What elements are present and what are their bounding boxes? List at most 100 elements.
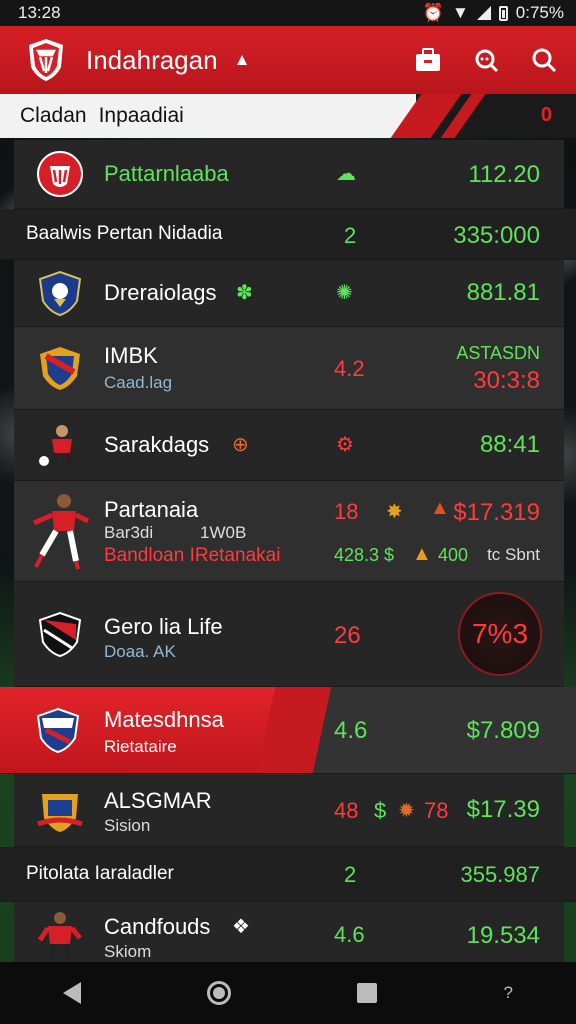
team-value: 19.534	[466, 922, 540, 949]
home-icon[interactable]	[207, 981, 232, 1005]
team-name: Candfouds	[104, 914, 211, 939]
team-name: Dreraiolags	[104, 280, 217, 305]
player-avatar-icon	[28, 491, 90, 571]
club-badge-icon	[34, 706, 82, 754]
team-value: 30:3:8	[473, 367, 540, 394]
team-sub: Rietataire	[104, 737, 177, 756]
club-badge-icon	[36, 610, 84, 658]
team-mid: 4.6	[334, 922, 365, 947]
list-item[interactable]: Dreraiolags ✽ ✺ 881.81	[14, 260, 564, 327]
club-badge-icon	[36, 269, 84, 317]
team-sub: Doaa. AK	[104, 642, 176, 661]
team-value: 881.81	[466, 279, 540, 306]
section-row[interactable]: Pitolata Iaraladler 2 355.987	[0, 847, 576, 902]
team-value: $7.809	[466, 717, 540, 744]
alarm-icon: ⏰	[422, 3, 444, 22]
chat-bubble-icon: ☁	[336, 163, 356, 185]
cone-icon: ▲	[412, 543, 432, 565]
percent-value: 7%3	[471, 618, 529, 649]
list-item[interactable]: Gero lia Life Doaa. AK 26 7%3	[14, 582, 564, 687]
sub-header-icon[interactable]: 0	[541, 104, 552, 127]
app-title[interactable]: Indahragan	[86, 45, 218, 76]
signal-icon	[476, 6, 491, 20]
team-sub: Caad.lag	[104, 373, 173, 392]
search-icon[interactable]	[526, 42, 562, 78]
list-item-highlighted[interactable]: Matesdhnsa Rietataire 4.6 $7.809	[0, 687, 576, 774]
recents-icon[interactable]	[357, 983, 378, 1003]
briefcase-icon[interactable]	[410, 42, 446, 78]
list-item[interactable]: Candfouds ❖ Skiom 4.6 19.534	[14, 902, 564, 967]
team-value: 88:41	[479, 431, 540, 458]
team-name: Sarakdags	[104, 432, 210, 457]
club-mini-icon: ❖	[232, 916, 250, 938]
section-row[interactable]: Baalwis Pertan Nidadia 2 335:000	[0, 209, 576, 260]
chat-search-icon[interactable]	[468, 42, 504, 78]
section-value: 355.987	[460, 862, 540, 887]
team-sub-red: Bandloan IRetanakai	[104, 545, 281, 566]
list-item[interactable]: Sarakdags ⊕ ⚙ 88:41	[14, 410, 564, 481]
team-mid-a: 48	[334, 798, 359, 823]
section-mid: 2	[344, 862, 357, 887]
team-value: 112.20	[468, 161, 540, 188]
battery-percent: 0:75%	[515, 3, 564, 22]
list-item[interactable]: ALSGMAR Sision 48 $ ✹ 78 $17.39	[14, 774, 564, 847]
team-value: $17.319	[453, 499, 540, 526]
team-name: Gero lia Life	[104, 614, 223, 639]
club-badge-icon	[36, 150, 84, 198]
caret-up-icon[interactable]: ▲	[234, 50, 251, 70]
section-label: Pitolata Iaraladler	[26, 863, 174, 884]
cone-icon: ▲	[430, 497, 450, 519]
sub-header: Cladan Inpaadiai 0	[0, 94, 576, 138]
club-badge-icon	[36, 786, 84, 834]
club-badge-icon	[36, 344, 84, 392]
percent-badge[interactable]: 7%3	[458, 592, 542, 676]
app-bar: Indahragan ▲	[0, 26, 576, 94]
player-avatar-icon	[36, 421, 84, 469]
list-item[interactable]: Partanaia Bar3di 1W0B Bandloan IRetanaka…	[14, 481, 564, 582]
sub-header-label-2[interactable]: Inpaadiai	[99, 104, 184, 128]
header-stripe	[416, 94, 576, 138]
team-name: ALSGMAR	[104, 788, 212, 813]
team-mid: 4.6	[334, 717, 368, 744]
team-name: Matesdhnsa	[104, 707, 224, 732]
line2-b: 400	[438, 545, 469, 565]
back-icon[interactable]	[63, 982, 82, 1004]
battery-icon	[498, 5, 508, 21]
wifi-icon: ▼	[451, 3, 469, 22]
club-logo-icon[interactable]	[26, 37, 66, 83]
team-sub-a: Bar3di	[104, 523, 154, 542]
standings-list: Pattarnlaaba ☁ 112.20 Baalwis Pertan Nid…	[0, 140, 576, 967]
team-sub-b: 1W0B	[200, 523, 247, 542]
star-icon: ✸	[386, 501, 403, 523]
status-time: 13:28	[18, 3, 61, 22]
line2-c: tc Sbnt	[487, 545, 540, 564]
gear-icon: ✹	[398, 800, 415, 822]
player-avatar-icon	[36, 910, 84, 959]
star-badge-icon: ✽	[236, 282, 253, 304]
status-bar: 13:28 ⏰ ▼ 0:75%	[0, 0, 576, 26]
section-value: 335:000	[453, 222, 540, 249]
team-sub: Sision	[104, 816, 151, 835]
section-mid: 2	[344, 223, 357, 248]
team-mid-b: $	[374, 798, 387, 823]
team-name: IMBK	[104, 343, 158, 368]
list-item[interactable]: IMBK Caad.lag 4.2 ASTASDN 30:3:8	[14, 327, 564, 410]
team-value: $17.39	[466, 796, 540, 823]
team-mid: 18	[334, 499, 359, 524]
team-mid-c: 78	[424, 798, 449, 823]
line2-a: 428.3 $	[334, 545, 395, 565]
team-sub: Skiom	[104, 942, 152, 961]
help-icon[interactable]: ?	[503, 983, 512, 1003]
team-name: Pattarnlaaba	[104, 161, 229, 186]
section-label: Baalwis Pertan Nidadia	[26, 223, 223, 244]
team-value-top: ASTASDN	[456, 343, 540, 363]
system-nav-bar: ?	[0, 962, 576, 1024]
team-name: Partanaia	[104, 497, 199, 522]
list-item[interactable]: Pattarnlaaba ☁ 112.20	[14, 140, 564, 209]
team-mid: 4.2	[334, 356, 365, 381]
sub-header-label-1[interactable]: Cladan	[20, 104, 87, 128]
team-mid: 26	[334, 622, 361, 649]
gear-icon: ⚙	[336, 434, 354, 456]
club-mini-icon: ⊕	[232, 434, 249, 456]
sync-icon: ✺	[336, 282, 353, 304]
